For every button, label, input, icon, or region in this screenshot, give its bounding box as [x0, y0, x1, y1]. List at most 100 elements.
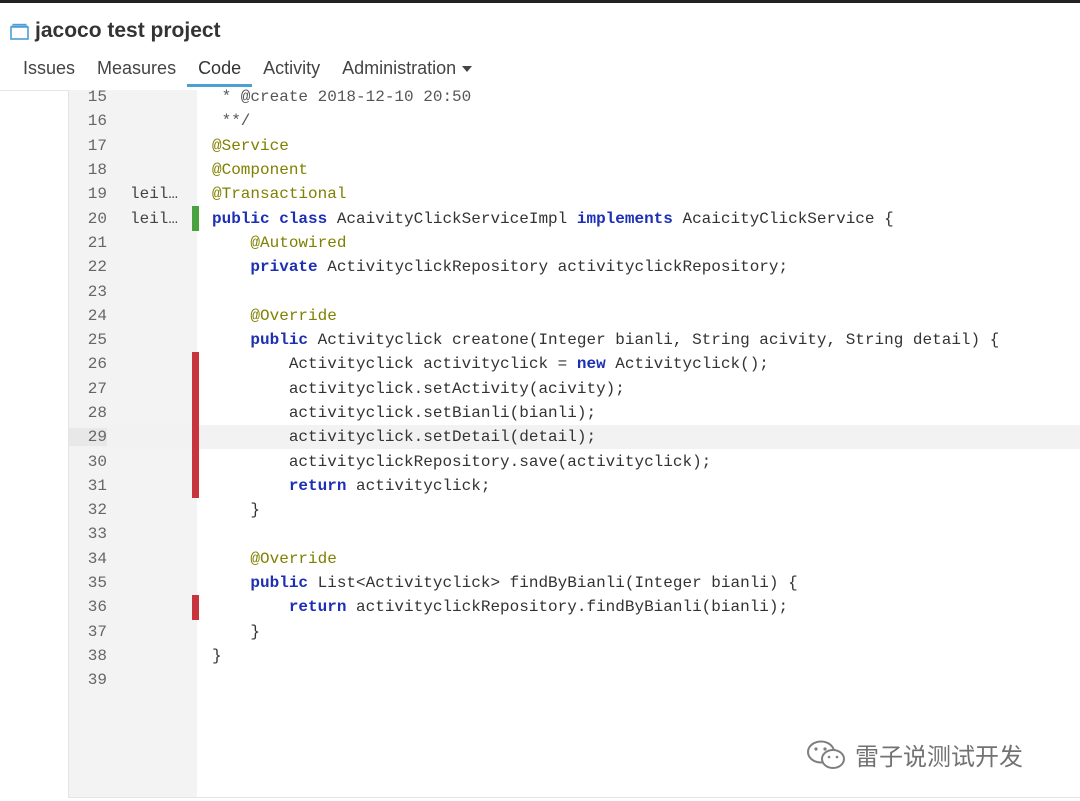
code-token: Activityclick activityclick = [212, 355, 577, 374]
code-keyword: implements [576, 209, 673, 228]
line-number[interactable]: 36 [69, 598, 107, 616]
source-line[interactable]: 38} [69, 644, 1080, 668]
code-token: AcaivityClickServiceImpl [327, 209, 577, 228]
code-keyword: new [576, 355, 606, 374]
code-annotation: @Autowired [250, 233, 347, 252]
coverage-marker-none [192, 498, 199, 522]
source-line[interactable]: 20 leil… public class AcaivityClickService… [69, 206, 1080, 231]
source-line[interactable]: 19 leil… @Transactional [69, 182, 1080, 206]
code-token: activityclick.setBianli(bianli); [212, 404, 597, 422]
line-number[interactable]: 37 [69, 623, 107, 641]
source-line[interactable]: 34 @Override [69, 547, 1080, 571]
line-number[interactable]: 33 [69, 525, 107, 543]
line-number[interactable]: 15 [69, 88, 107, 106]
line-number[interactable]: 28 [69, 404, 107, 422]
code-text: @Service [199, 137, 1080, 155]
code-token: activityclick; [346, 476, 491, 495]
code-text: Activityclick activityclick = new Activi… [199, 355, 1080, 373]
source-line[interactable]: 28 activityclick.setBianli(bianli); [69, 400, 1080, 426]
wechat-icon [807, 740, 845, 769]
code-token: activityclickRepository.findByBianli(bia… [346, 598, 789, 617]
coverage-marker-none [192, 182, 199, 206]
line-number[interactable]: 25 [69, 331, 107, 349]
line-number[interactable]: 31 [69, 477, 107, 495]
source-line[interactable]: 21 @Autowired [69, 231, 1080, 255]
source-line[interactable]: 35 public List<Activityclick> findByBian… [69, 571, 1080, 595]
code-token: List<Activityclick> findByBianli(Integer… [308, 574, 798, 593]
project-icon [10, 23, 29, 40]
line-number[interactable]: 19 [69, 185, 107, 203]
source-line[interactable]: 18 @Component [69, 158, 1080, 182]
code-keyword: public [250, 574, 309, 593]
line-number[interactable]: 26 [69, 355, 107, 373]
source-line[interactable]: 33 [69, 522, 1080, 546]
source-line[interactable]: 24 @Override [69, 304, 1080, 328]
tab-activity[interactable]: Activity [252, 55, 331, 87]
coverage-marker-uncovered[interactable] [192, 352, 199, 377]
tab-issues[interactable]: Issues [0, 55, 86, 87]
project-title[interactable]: jacoco test project [10, 17, 221, 45]
line-number[interactable]: 21 [69, 234, 107, 252]
code-text: activityclick.setActivity(acivity); [199, 380, 1080, 398]
coverage-marker-none [192, 547, 199, 571]
source-line[interactable]: 22 private ActivityclickRepository activ… [69, 255, 1080, 279]
line-number[interactable]: 35 [69, 574, 107, 592]
code-token: } [212, 646, 222, 665]
tab-administration[interactable]: Administration [331, 55, 483, 87]
tab-code[interactable]: Code [187, 55, 253, 87]
line-number[interactable]: 34 [69, 550, 107, 568]
source-line[interactable]: 32 } [69, 498, 1080, 522]
line-number[interactable]: 30 [69, 453, 107, 471]
coverage-marker-uncovered[interactable] [192, 595, 199, 620]
source-line[interactable]: 17 @Service [69, 134, 1080, 158]
scm-author[interactable]: leil… [107, 185, 192, 203]
coverage-marker-uncovered[interactable] [192, 449, 199, 474]
source-line[interactable]: 27 activityclick.setActivity(acivity); [69, 376, 1080, 401]
source-line[interactable]: 15 * @create 2018-12-10 20:50 [69, 85, 1080, 109]
coverage-marker-uncovered[interactable] [192, 425, 199, 450]
line-number[interactable]: 16 [69, 112, 107, 130]
source-line[interactable]: 39 [69, 668, 1080, 692]
source-viewer[interactable]: 15 * @create 2018-12-10 20:50 16 **/ 17 @Se… [68, 88, 1080, 798]
line-number[interactable]: 27 [69, 380, 107, 398]
code-token: activityclick.setDetail(detail); [212, 428, 597, 447]
code-token: activityclickRepository.save(activitycli… [212, 452, 712, 471]
coverage-marker-uncovered[interactable] [192, 376, 199, 401]
coverage-marker-uncovered[interactable] [192, 400, 199, 426]
code-annotation: @Service [212, 136, 289, 155]
line-number[interactable]: 38 [69, 647, 107, 665]
line-number[interactable]: 17 [69, 137, 107, 155]
coverage-marker-uncovered[interactable] [192, 473, 199, 499]
line-number[interactable]: 22 [69, 258, 107, 276]
code-token: } [212, 622, 261, 641]
code-text: } [199, 623, 1080, 641]
coverage-marker-covered[interactable] [192, 206, 199, 231]
source-line[interactable]: 37 } [69, 620, 1080, 644]
source-line[interactable]: 29 activityclick.setDetail(detail); [69, 425, 1080, 450]
line-number[interactable]: 23 [69, 283, 107, 301]
line-number[interactable]: 18 [69, 161, 107, 179]
chevron-down-icon [462, 66, 473, 73]
coverage-marker-none [192, 571, 199, 595]
line-number[interactable]: 39 [69, 671, 107, 689]
tab-measures-label: Measures [97, 58, 177, 78]
line-number[interactable]: 32 [69, 501, 107, 519]
line-number[interactable]: 24 [69, 307, 107, 325]
source-line[interactable]: 30 activityclickRepository.save(activity… [69, 449, 1080, 474]
code-token: AcaicityClickService { [672, 209, 894, 228]
source-line[interactable]: 36 return activityclickRepository.findBy… [69, 595, 1080, 620]
tab-measures[interactable]: Measures [86, 55, 187, 87]
scm-author[interactable]: leil… [107, 210, 192, 228]
line-number[interactable]: 29 [69, 428, 107, 447]
source-line[interactable]: 25 public Activityclick creatone(Integer… [69, 328, 1080, 352]
source-line[interactable]: 31 return activityclick; [69, 473, 1080, 499]
source-line[interactable]: 26 Activityclick activityclick = new Act… [69, 352, 1080, 377]
line-number[interactable]: 20 [69, 210, 107, 228]
source-line[interactable]: 23 [69, 279, 1080, 303]
source-line[interactable]: 16 **/ [69, 109, 1080, 133]
tab-administration-label: Administration [342, 58, 457, 78]
